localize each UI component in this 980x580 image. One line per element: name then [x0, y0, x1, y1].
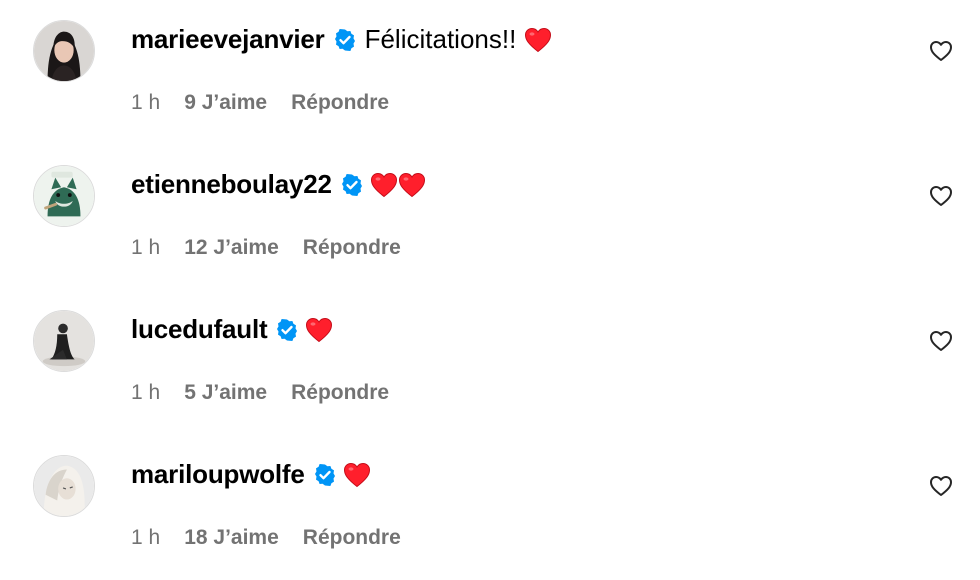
comment-time[interactable]: 1 h	[131, 236, 160, 260]
comment-header: etienneboulay22	[131, 169, 426, 200]
comments-list: marieevejanvier Félicitations!! 1 h 9 J’…	[0, 0, 980, 566]
verified-badge-icon	[313, 463, 337, 487]
comment-item: marieevejanvier Félicitations!! 1 h 9 J’…	[0, 0, 980, 145]
comment-header: mariloupwolfe	[131, 459, 371, 490]
verified-badge-icon	[340, 173, 364, 197]
avatar[interactable]	[33, 455, 95, 517]
comment-time[interactable]: 1 h	[131, 381, 160, 405]
comment-meta: 1 h 9 J’aime Répondre	[131, 91, 389, 115]
avatar[interactable]	[33, 20, 95, 82]
avatar[interactable]	[33, 310, 95, 372]
red-heart-emoji-icon	[343, 462, 371, 488]
username-link[interactable]: marieevejanvier	[131, 24, 325, 55]
comment-meta: 1 h 18 J’aime Répondre	[131, 526, 401, 550]
verified-badge-icon	[275, 318, 299, 342]
red-heart-emoji-icon	[305, 317, 333, 343]
seated-figure-avatar	[34, 311, 94, 371]
heart-outline-icon[interactable]	[929, 329, 953, 353]
username-link[interactable]: mariloupwolfe	[131, 459, 305, 490]
likes-count[interactable]: 12 J’aime	[184, 236, 279, 260]
red-heart-emoji-icon	[398, 172, 426, 198]
avatar[interactable]	[33, 165, 95, 227]
likes-count[interactable]: 18 J’aime	[184, 526, 279, 550]
cartoon-dog-avatar	[34, 166, 94, 226]
username-link[interactable]: lucedufault	[131, 314, 268, 345]
reply-button[interactable]: Répondre	[303, 236, 401, 260]
comment-item: etienneboulay22 1 h 12 J’aime Répondre	[0, 145, 980, 290]
comment-meta: 1 h 5 J’aime Répondre	[131, 381, 389, 405]
woman-portrait-avatar	[34, 21, 94, 81]
comment-time[interactable]: 1 h	[131, 526, 160, 550]
red-heart-emoji-icon	[370, 172, 398, 198]
verified-badge-icon	[333, 28, 357, 52]
comment-time[interactable]: 1 h	[131, 91, 160, 115]
heart-outline-icon[interactable]	[929, 39, 953, 63]
likes-count[interactable]: 5 J’aime	[184, 381, 267, 405]
comment-meta: 1 h 12 J’aime Répondre	[131, 236, 401, 260]
reply-button[interactable]: Répondre	[291, 91, 389, 115]
likes-count[interactable]: 9 J’aime	[184, 91, 267, 115]
heart-outline-icon[interactable]	[929, 474, 953, 498]
comment-text: Félicitations!!	[364, 24, 517, 54]
comment-header: lucedufault	[131, 314, 333, 345]
reply-button[interactable]: Répondre	[291, 381, 389, 405]
blonde-woman-avatar	[34, 456, 94, 516]
comment-item: lucedufault 1 h 5 J’aime Répondre	[0, 290, 980, 435]
reply-button[interactable]: Répondre	[303, 526, 401, 550]
red-heart-emoji-icon	[524, 27, 552, 53]
heart-outline-icon[interactable]	[929, 184, 953, 208]
comment-header: marieevejanvier Félicitations!!	[131, 24, 552, 55]
comment-item: mariloupwolfe 1 h 18 J’aime Répondre	[0, 435, 980, 580]
username-link[interactable]: etienneboulay22	[131, 169, 332, 200]
